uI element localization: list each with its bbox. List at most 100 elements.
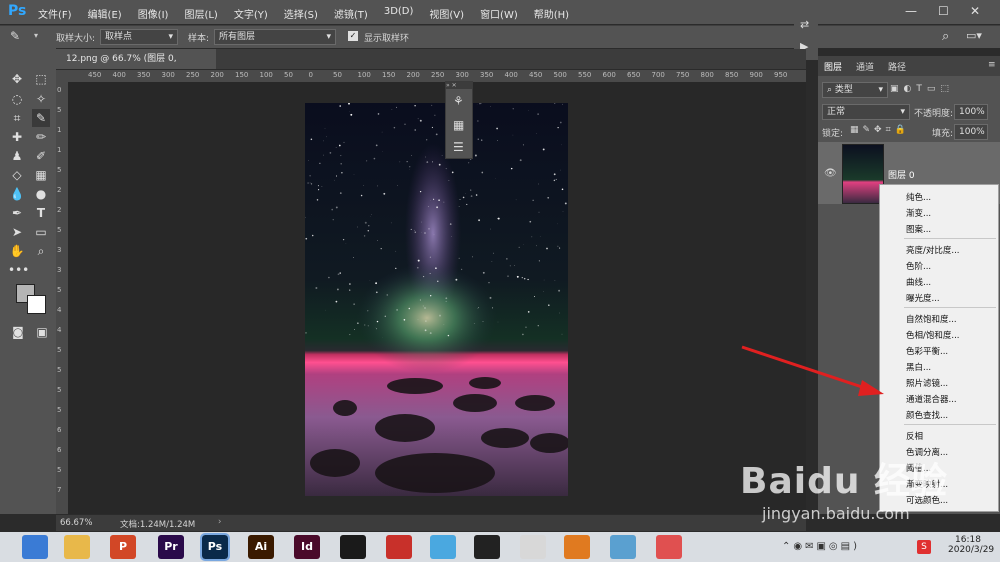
menu-filter[interactable]: 滤镜(T) <box>334 6 368 21</box>
chevron-down-icon[interactable]: ▾ <box>34 31 38 40</box>
stamp-tool-icon[interactable]: ♟ <box>8 147 26 165</box>
pen-tool-icon[interactable]: ✒ <box>8 204 26 222</box>
maximize-icon[interactable]: ☐ <box>938 4 949 18</box>
adjustments-icon[interactable]: ☰ <box>453 140 464 154</box>
close-icon[interactable]: ✕ <box>970 4 980 18</box>
path-select-icon[interactable]: ➤ <box>8 223 26 241</box>
app2-icon[interactable] <box>564 535 590 559</box>
menu-item-exposure[interactable]: 曝光度... <box>906 292 940 304</box>
shape-tool-icon[interactable]: ▭ <box>32 223 50 241</box>
menu-item-photo-filter[interactable]: 照片滤镜... <box>906 377 948 389</box>
premiere-icon[interactable]: Pr <box>158 535 184 559</box>
minimize-icon[interactable]: — <box>905 4 917 18</box>
menu-item-vibrance[interactable]: 自然饱和度... <box>906 313 957 325</box>
history-brush-icon[interactable]: ✐ <box>32 147 50 165</box>
screen-mode-icon[interactable]: ▣ <box>33 323 51 341</box>
menu-file[interactable]: 文件(F) <box>38 6 72 21</box>
zoom-tool-icon[interactable]: ⌕ <box>32 242 50 260</box>
quick-select-tool-icon[interactable]: ✧ <box>32 90 50 108</box>
brush-tool-icon[interactable]: ✏ <box>32 128 50 146</box>
menu-layer[interactable]: 图层(L) <box>184 6 217 21</box>
clock[interactable]: 16:18 2020/3/29 <box>948 535 994 555</box>
healing-tool-icon[interactable]: ✚ <box>8 128 26 146</box>
powerpoint-icon[interactable]: P <box>110 535 136 559</box>
menu-image[interactable]: 图像(I) <box>138 6 169 21</box>
browser-icon[interactable] <box>22 535 48 559</box>
star <box>404 123 406 125</box>
move-tool-icon[interactable]: ✥ <box>8 70 26 88</box>
background-color-swatch[interactable] <box>27 295 46 314</box>
menu-item-hue-saturation[interactable]: 色相/饱和度... <box>906 329 959 341</box>
hand-tool-icon[interactable]: ✋ <box>8 242 26 260</box>
menu-edit[interactable]: 编辑(E) <box>88 6 122 21</box>
video-editor-icon[interactable] <box>340 535 366 559</box>
bird-icon[interactable] <box>430 535 456 559</box>
lasso-tool-icon[interactable]: ◌ <box>8 90 26 108</box>
tab-layers[interactable]: 图层 <box>824 60 842 73</box>
blur-tool-icon[interactable]: 💧 <box>8 185 26 203</box>
gradient-tool-icon[interactable]: ▦ <box>32 166 50 184</box>
blend-mode-select[interactable]: 正常 ▾ <box>822 104 910 120</box>
qq-icon[interactable] <box>474 535 500 559</box>
menu-type[interactable]: 文字(Y) <box>234 6 268 21</box>
sample-size-select[interactable]: 取样点 ▾ <box>100 29 178 45</box>
indesign-icon[interactable]: Id <box>294 535 320 559</box>
panel-header-icons[interactable]: » ✕ <box>446 82 472 89</box>
menu-item-levels[interactable]: 色阶... <box>906 260 931 272</box>
illustrator-icon[interactable]: Ai <box>248 535 274 559</box>
eyedropper-icon[interactable]: ✎ <box>10 29 20 43</box>
app4-icon[interactable] <box>656 535 682 559</box>
menu-view[interactable]: 视图(V) <box>429 6 464 21</box>
workspace-icon[interactable]: ▭▾ <box>966 29 982 42</box>
filter-kind-select[interactable]: ⌕ 类型 ▾ <box>822 82 888 98</box>
more-tools-icon[interactable]: ••• <box>8 261 29 279</box>
menu-select[interactable]: 选择(S) <box>284 6 318 21</box>
menu-window[interactable]: 窗口(W) <box>480 6 518 21</box>
menu-item-pattern[interactable]: 图案... <box>906 223 931 235</box>
menu-item-solid-color[interactable]: 纯色... <box>906 191 931 203</box>
chevron-right-icon[interactable]: › <box>218 517 221 527</box>
app3-icon[interactable] <box>610 535 636 559</box>
ime-icon[interactable]: S <box>917 540 931 554</box>
document-tab[interactable]: 12.png @ 66.7% (图层 0, RGB/8#) × <box>56 49 216 84</box>
chrome-icon[interactable] <box>520 535 546 559</box>
quick-mask-icon[interactable]: ◙ <box>9 323 27 341</box>
app-icon[interactable] <box>386 535 412 559</box>
panel-menu-icon[interactable]: ≡ <box>988 60 996 70</box>
folder-icon[interactable] <box>64 535 90 559</box>
tab-channels[interactable]: 通道 <box>856 60 874 73</box>
menu-item-channel-mixer[interactable]: 通道混合器... <box>906 393 957 405</box>
type-tool-icon[interactable]: T <box>32 204 50 222</box>
crop-tool-icon[interactable]: ⌗ <box>8 109 26 127</box>
brush-settings-icon[interactable]: ⚘ <box>453 94 464 108</box>
photoshop-icon[interactable]: Ps <box>200 533 230 561</box>
eye-icon[interactable]: 👁 <box>824 168 837 179</box>
menu-item-curves[interactable]: 曲线... <box>906 276 931 288</box>
tray-icons[interactable]: ⌃◉✉▣◎▤) <box>782 541 860 552</box>
menu-item-invert[interactable]: 反相 <box>906 430 923 442</box>
brush-presets-icon[interactable]: ▦ <box>453 118 464 132</box>
menu-item-black-white[interactable]: 黑白... <box>906 361 931 373</box>
sample-select[interactable]: 所有图层 ▾ <box>214 29 336 45</box>
zoom-level[interactable]: 66.67% <box>60 518 92 528</box>
menu-item-color-balance[interactable]: 色彩平衡... <box>906 345 948 357</box>
search-icon[interactable]: ⌕ <box>942 29 949 44</box>
fill-input[interactable]: 100% <box>954 124 988 140</box>
history-icon[interactable]: ⇄ <box>800 18 809 31</box>
filter-icons[interactable]: ▣◐T▭⬚ <box>890 84 954 94</box>
eyedropper-tool-icon[interactable]: ✎ <box>32 109 50 127</box>
eraser-tool-icon[interactable]: ◇ <box>8 166 26 184</box>
dodge-tool-icon[interactable]: ● <box>32 185 50 203</box>
marquee-tool-icon[interactable]: ⬚ <box>32 70 50 88</box>
menu-help[interactable]: 帮助(H) <box>534 6 569 21</box>
menu-item-brightness-contrast[interactable]: 亮度/对比度... <box>906 244 959 256</box>
menu-3d[interactable]: 3D(D) <box>384 6 414 21</box>
tab-paths[interactable]: 路径 <box>888 60 906 73</box>
opacity-input[interactable]: 100% <box>954 104 988 120</box>
lock-icons[interactable]: ▦✎✥⌗🔒 <box>850 125 910 135</box>
menu-item-color-lookup[interactable]: 颜色查找... <box>906 409 948 421</box>
show-ring-checkbox[interactable]: ✓ <box>348 31 358 41</box>
layer-name[interactable]: 图层 0 <box>888 168 915 181</box>
menu-item-gradient[interactable]: 渐变... <box>906 207 931 219</box>
menu-separator <box>904 424 996 425</box>
